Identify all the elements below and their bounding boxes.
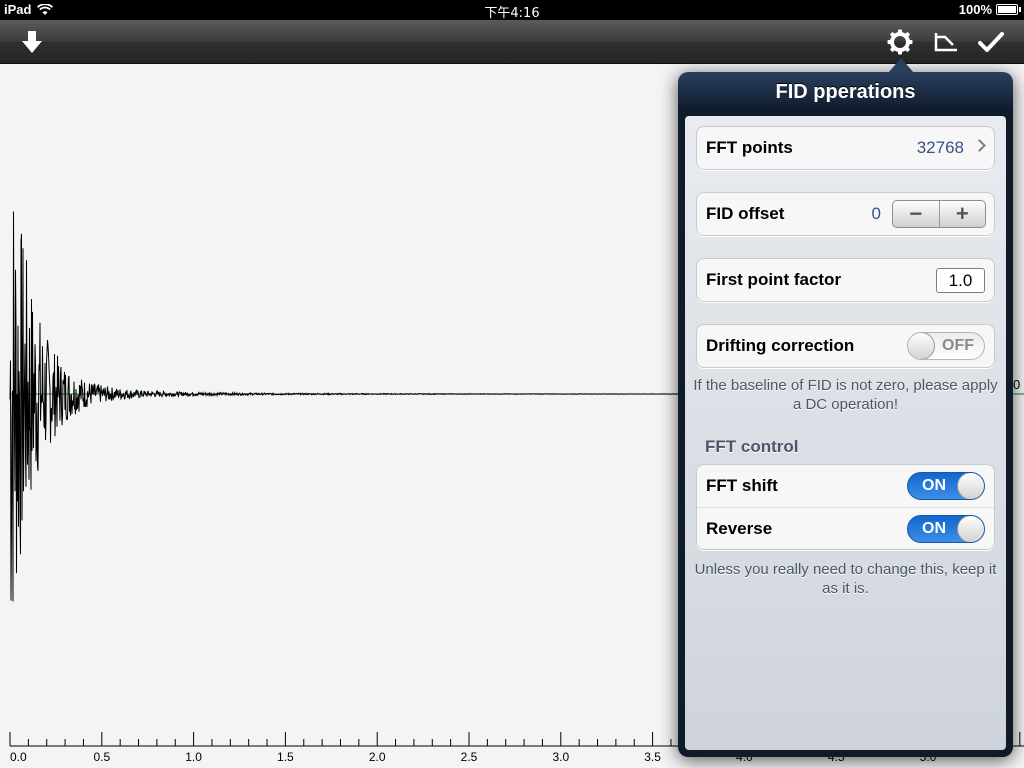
x-tick-label: 0.0 [10, 750, 27, 764]
done-button[interactable] [975, 26, 1007, 58]
x-tick-label: 2.5 [461, 750, 478, 764]
reverse-toggle[interactable]: ON [907, 515, 985, 543]
fft-shift-row: FFT shift ON [697, 465, 994, 507]
status-bar: iPad 下午4:16 100% [0, 0, 1024, 21]
toolbar [0, 20, 1024, 64]
phase-correction-icon [934, 33, 957, 52]
settings-button[interactable] [884, 26, 916, 58]
phase-button[interactable] [930, 26, 962, 58]
checkmark-icon [978, 32, 1004, 52]
toggle-state-text: ON [922, 477, 946, 494]
fft-points-value: 32768 [916, 138, 964, 157]
fid-offset-value: 0 [871, 204, 881, 223]
fft-note: Unless you really need to change this, k… [694, 561, 997, 597]
fft-shift-label: FFT shift [706, 476, 778, 495]
x-tick-label: 3.0 [552, 750, 569, 764]
toggle-knob [957, 473, 984, 499]
toggle-state-text: OFF [942, 337, 974, 354]
battery-percent: 100% [958, 2, 992, 17]
fid-offset-label: FID offset [706, 204, 785, 223]
battery-group: 100% [958, 2, 1021, 17]
fid-offset-row: FID offset 0 − + [697, 193, 994, 235]
fft-points-row[interactable]: FFT points 32768 [697, 127, 994, 169]
fid-offset-stepper: − + [892, 200, 986, 228]
popover-title: FID pperations [775, 81, 916, 103]
download-arrow-icon [22, 31, 42, 53]
drifting-correction-label: Drifting correction [706, 336, 855, 355]
x-tick-label: 0.5 [93, 750, 110, 764]
chevron-right-icon [973, 139, 986, 152]
battery-icon [996, 4, 1021, 15]
x-tick-label: 1.0 [185, 750, 202, 764]
toggle-state-text: ON [922, 520, 946, 537]
drifting-correction-row: Drifting correction OFF [697, 325, 994, 367]
reverse-label: Reverse [706, 518, 773, 538]
first-point-factor-row: First point factor 1.0 [697, 259, 994, 301]
drifting-correction-toggle[interactable]: OFF [907, 332, 985, 360]
fft-control-group: FFT shift ON Reverse ON [696, 464, 995, 550]
decrement-button[interactable]: − [893, 201, 939, 227]
reverse-row: Reverse ON [697, 507, 994, 549]
right-edge-label: 0 [1013, 377, 1020, 392]
download-button[interactable] [16, 26, 48, 58]
fid-signal [9, 211, 680, 602]
fft-shift-toggle[interactable]: ON [907, 472, 985, 500]
fft-points-group: FFT points 32768 [696, 126, 995, 170]
drift-note: If the baseline of FID is not zero, plea… [693, 377, 998, 413]
fid-offset-group: FID offset 0 − + [696, 192, 995, 236]
fft-control-header: FFT control [705, 437, 799, 456]
first-point-factor-label: First point factor [706, 270, 842, 289]
status-time: 下午4:16 [484, 6, 540, 21]
popover-content: FFT points 32768 FID offset 0 − + First … [685, 116, 1006, 750]
fft-points-label: FFT points [706, 138, 793, 157]
x-tick-label: 2.0 [369, 750, 386, 764]
drifting-correction-group: Drifting correction OFF [696, 324, 995, 368]
popover-arrow [888, 58, 914, 73]
x-tick-label: 3.5 [644, 750, 661, 764]
first-point-factor-group: First point factor 1.0 [696, 258, 995, 302]
fid-operations-popover: FID pperations FFT points 32768 FID offs… [678, 72, 1013, 757]
gear-icon [887, 29, 913, 55]
first-point-factor-input[interactable]: 1.0 [936, 268, 985, 293]
x-tick-label: 1.5 [277, 750, 294, 764]
toggle-knob [957, 516, 984, 542]
toggle-knob [908, 333, 935, 359]
increment-button[interactable]: + [938, 201, 986, 227]
